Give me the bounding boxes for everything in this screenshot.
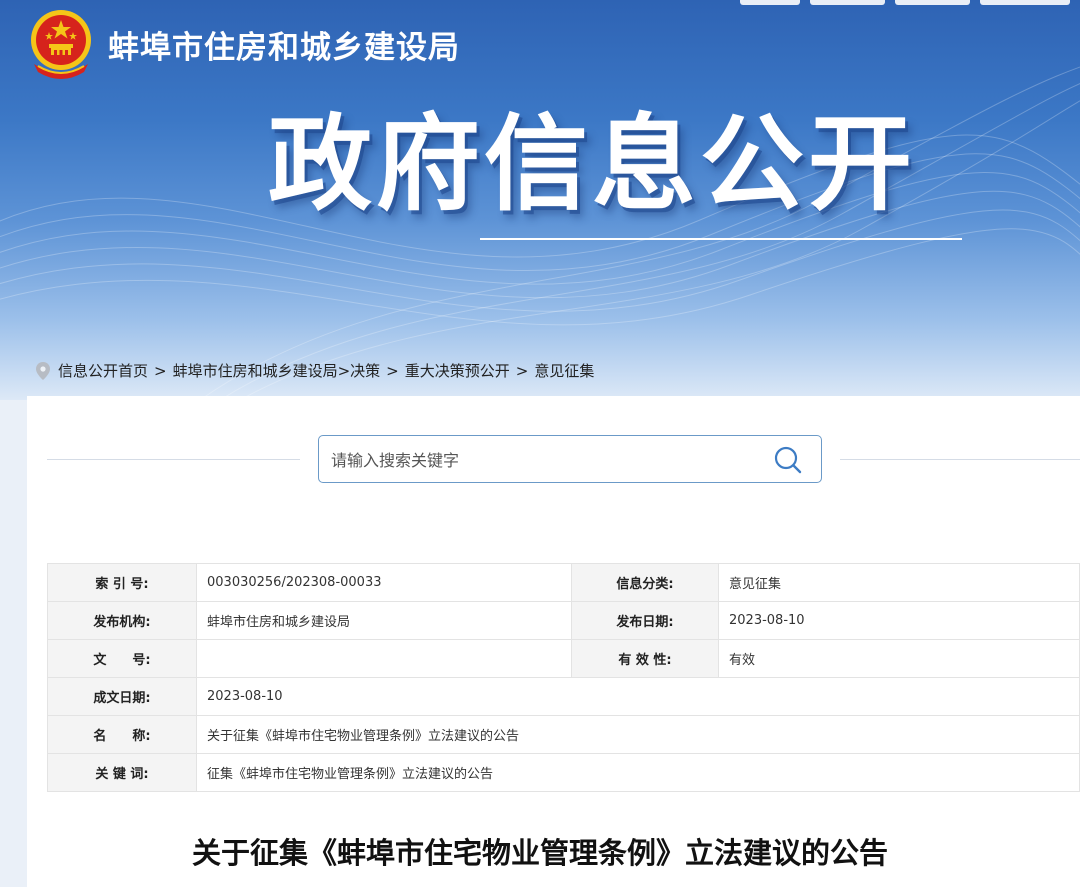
location-pin-icon [36,361,50,380]
created-date-value: 2023-08-10 [196,677,1080,716]
breadcrumb-item-opinion-collection[interactable]: 意见征集 [534,360,594,381]
table-row: 关 键 词: 征集《蚌埠市住宅物业管理条例》立法建议的公告 [47,753,1080,792]
search-box [318,435,822,484]
keywords-label: 关 键 词: [47,753,197,792]
top-link-tab[interactable] [980,0,1070,5]
top-link-tab[interactable] [740,0,800,5]
breadcrumb: 信息公开首页 > 蚌埠市住房和城乡建设局>决策 > 重大决策预公开 > 意见征集 [36,360,594,381]
top-link-tab[interactable] [895,0,970,5]
table-row: 文 号: 有 效 性: 有效 [47,639,1080,678]
doc-name-value: 关于征集《蚌埠市住宅物业管理条例》立法建议的公告 [196,715,1080,754]
national-emblem-logo [31,10,91,79]
article-title: 关于征集《蚌埠市住宅物业管理条例》立法建议的公告 [191,836,888,870]
doc-no-label: 文 号: [47,639,197,678]
breadcrumb-separator: > [515,361,529,380]
search-input[interactable] [329,436,763,484]
doc-no-value [196,639,572,678]
title-underline [480,238,962,240]
category-value: 意见征集 [718,563,1080,602]
publisher-label: 发布机构: [47,601,197,640]
content-panel: 索 引 号: 003030256/202308-00033 信息分类: 意见征集… [27,396,1080,887]
publisher-value: 蚌埠市住房和城乡建设局 [196,601,572,640]
table-row: 索 引 号: 003030256/202308-00033 信息分类: 意见征集 [47,563,1080,602]
pub-date-value: 2023-08-10 [718,601,1080,640]
doc-name-label: 名 称: [47,715,197,754]
breadcrumb-item-home[interactable]: 信息公开首页 [58,360,148,381]
header-banner: 蚌埠市住房和城乡建设局 政府信息公开 信息公开首页 > 蚌埠市住房和城乡建设局>… [0,0,1080,400]
top-link-tab[interactable] [810,0,885,5]
pub-date-label: 发布日期: [571,601,719,640]
table-row: 发布机构: 蚌埠市住房和城乡建设局 发布日期: 2023-08-10 [47,601,1080,640]
created-date-label: 成文日期: [47,677,197,716]
breadcrumb-item-bureau[interactable]: 蚌埠市住房和城乡建设局>决策 [173,360,381,381]
breadcrumb-separator: > [154,361,167,380]
table-row: 成文日期: 2023-08-10 [47,677,1080,716]
banner-title: 政府信息公开 [268,103,917,225]
category-label: 信息分类: [571,563,719,602]
validity-value: 有效 [718,639,1080,678]
index-no-label: 索 引 号: [47,563,197,602]
breadcrumb-item-major-decisions[interactable]: 重大决策预公开 [405,360,510,381]
site-title[interactable]: 蚌埠市住房和城乡建设局 [108,22,460,67]
search-divider-right [840,459,1080,460]
keywords-value: 征集《蚌埠市住宅物业管理条例》立法建议的公告 [196,753,1080,792]
document-metadata-table: 索 引 号: 003030256/202308-00033 信息分类: 意见征集… [47,563,1080,792]
search-icon[interactable] [773,445,803,475]
table-row: 名 称: 关于征集《蚌埠市住宅物业管理条例》立法建议的公告 [47,715,1080,754]
search-divider-left [47,459,300,460]
index-no-value: 003030256/202308-00033 [196,563,572,602]
breadcrumb-separator: > [386,361,399,380]
validity-label: 有 效 性: [571,639,719,678]
